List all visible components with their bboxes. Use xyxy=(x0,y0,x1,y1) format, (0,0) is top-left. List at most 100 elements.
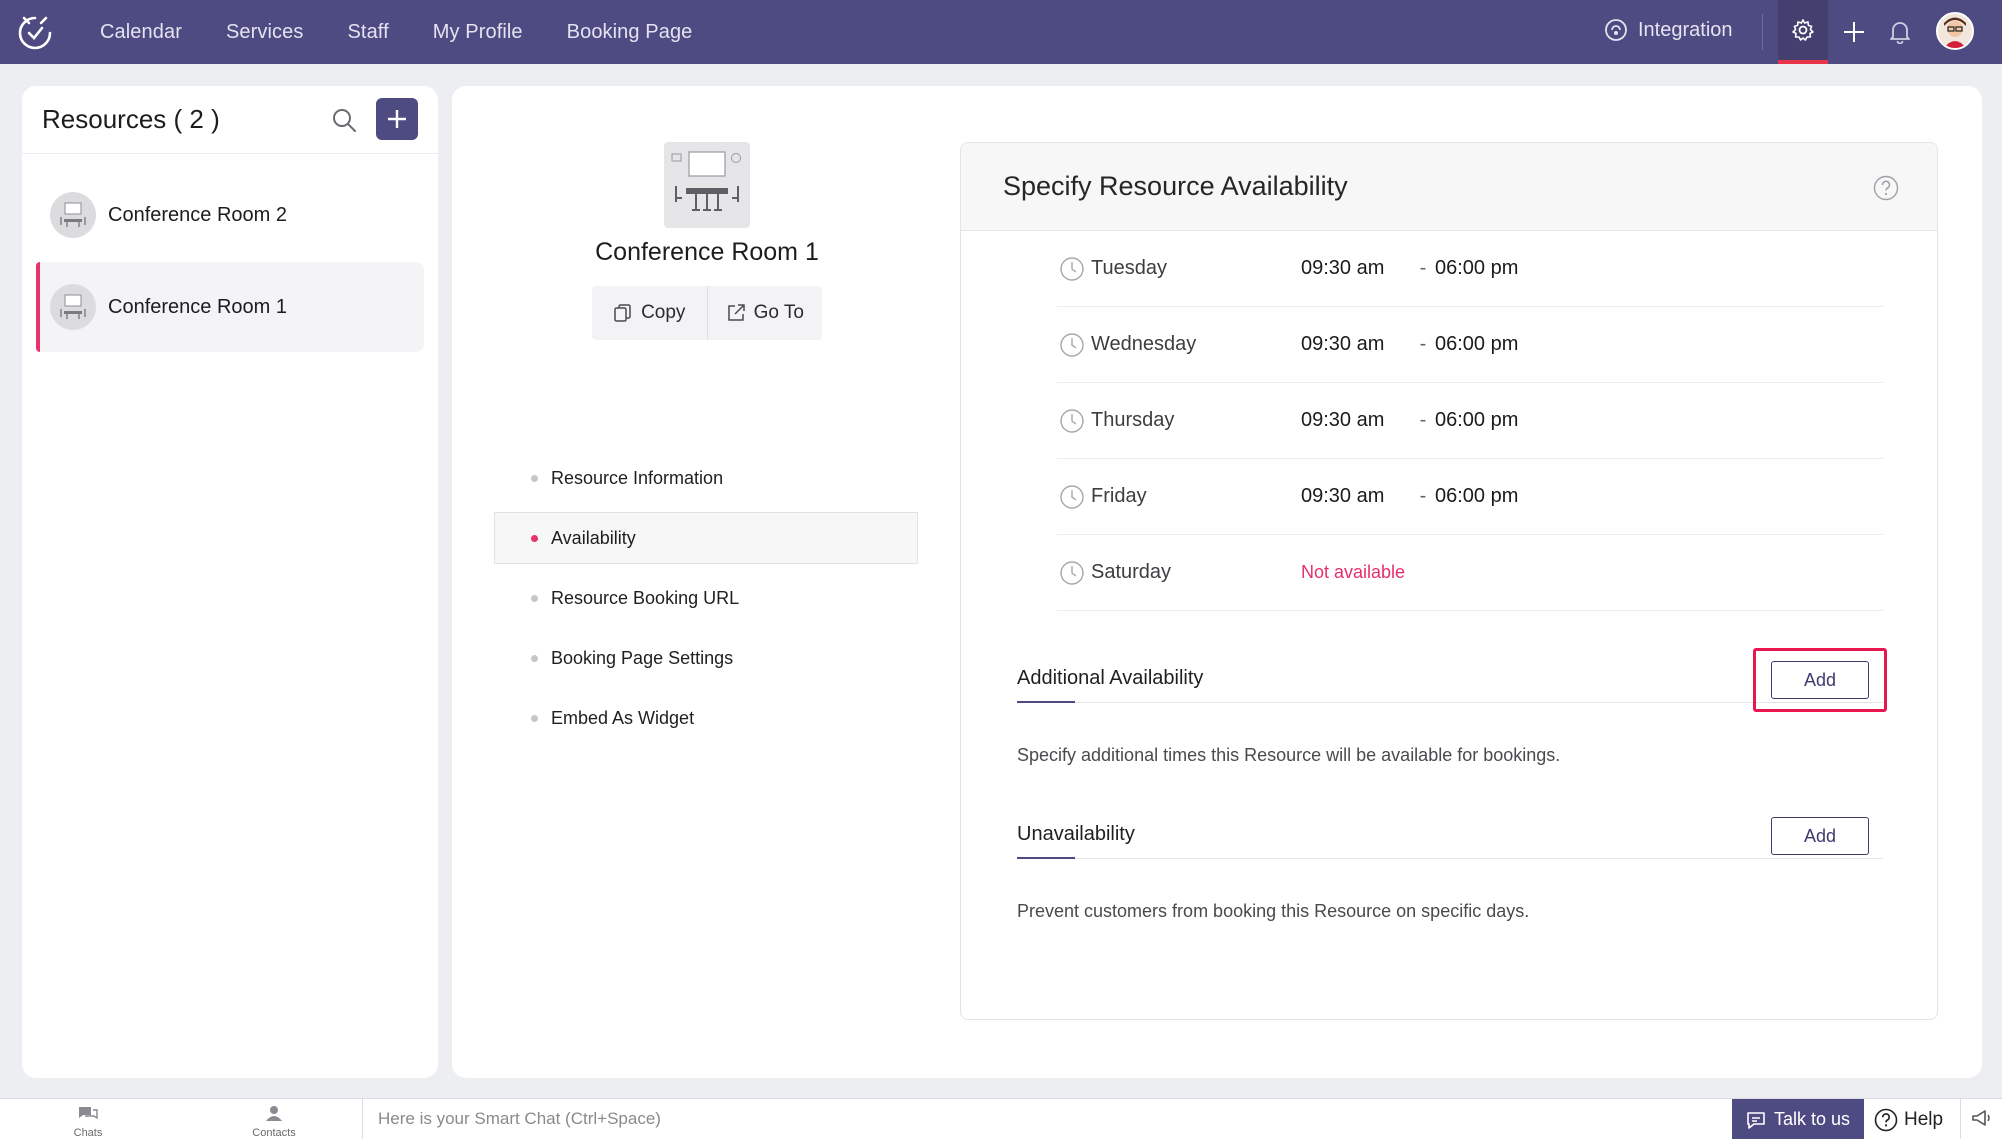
day-name: Tuesday xyxy=(1091,257,1167,279)
nav-services[interactable]: Services xyxy=(226,21,304,44)
bullet-dot xyxy=(531,534,538,542)
menu-item-resource-information[interactable]: Resource Information xyxy=(494,452,918,504)
resources-sidebar: Resources ( 2 ) Conference Room 2 Confer… xyxy=(22,86,438,1078)
bottom-divider xyxy=(1960,1099,1961,1139)
megaphone-icon xyxy=(1972,1110,1990,1126)
integration-label: Integration xyxy=(1638,18,1733,41)
start-time[interactable]: 09:30 am xyxy=(1301,333,1413,356)
add-additional-availability-button[interactable]: Add xyxy=(1771,661,1869,699)
unavailability-header: Unavailability xyxy=(1017,817,1883,859)
resource-image xyxy=(664,142,750,228)
menu-item-embed-as-widget[interactable]: Embed As Widget xyxy=(494,692,918,744)
goto-button[interactable]: Go To xyxy=(706,286,823,340)
bottom-divider xyxy=(362,1099,363,1139)
external-link-icon xyxy=(727,304,745,321)
menu-item-availability[interactable]: Availability xyxy=(494,512,918,564)
resource-settings-menu: Resource Information Availability Resour… xyxy=(494,452,918,752)
start-time[interactable]: 09:30 am xyxy=(1301,409,1413,432)
bottom-chat-bar: Chats Contacts Here is your Smart Chat (… xyxy=(0,1098,2002,1139)
help-button[interactable]: Help xyxy=(1874,1099,1943,1139)
bullet-dot xyxy=(531,474,538,482)
availability-row-thursday[interactable]: Thursday 09:30 am - 06:00 pm xyxy=(1057,383,1883,459)
not-available-status: Not available xyxy=(1301,562,1406,582)
gear-icon xyxy=(1792,19,1814,41)
conference-room-icon xyxy=(60,202,86,227)
additional-availability-header: Additional Availability xyxy=(1017,661,1883,703)
menu-item-label: Resource Information xyxy=(551,467,724,488)
resource-name: Conference Room 1 xyxy=(108,295,287,318)
search-button[interactable] xyxy=(330,106,360,136)
resource-title: Conference Room 1 xyxy=(595,238,819,266)
create-new-button[interactable] xyxy=(1836,14,1872,50)
app-logo-icon[interactable] xyxy=(16,14,54,50)
resource-thumbnail xyxy=(50,192,96,238)
day-name: Saturday xyxy=(1091,561,1172,583)
unavailability-title: Unavailability xyxy=(1017,823,1135,845)
user-avatar-icon xyxy=(1938,14,1972,48)
chats-label: Chats xyxy=(73,1127,103,1139)
resource-name: Conference Room 2 xyxy=(108,203,287,226)
contacts-label: Contacts xyxy=(252,1127,296,1139)
end-time[interactable]: 06:00 pm xyxy=(1433,333,1518,356)
availability-card-header: Specify Resource Availability xyxy=(961,143,1937,231)
day-name: Thursday xyxy=(1091,409,1175,431)
goto-label: Go To xyxy=(753,302,804,323)
plus-icon xyxy=(388,110,406,128)
help-tooltip-button[interactable] xyxy=(1873,175,1899,206)
time-separator: - xyxy=(1419,257,1427,279)
talk-to-us-button[interactable]: Talk to us xyxy=(1732,1099,1864,1139)
integration-link[interactable]: Integration xyxy=(1604,18,1733,42)
contacts-button[interactable]: Contacts xyxy=(244,1105,304,1139)
settings-button[interactable] xyxy=(1778,0,1828,64)
conference-room-icon xyxy=(60,294,86,319)
announcements-button[interactable] xyxy=(1970,1109,1992,1134)
nav-booking-page[interactable]: Booking Page xyxy=(567,21,693,44)
time-separator: - xyxy=(1419,485,1427,507)
clock-icon xyxy=(1060,484,1084,509)
main-nav-links: Calendar Services Staff My Profile Booki… xyxy=(100,0,736,64)
time-separator: - xyxy=(1419,409,1427,431)
add-unavailability-button[interactable]: Add xyxy=(1771,817,1869,855)
availability-row-wednesday[interactable]: Wednesday 09:30 am - 06:00 pm xyxy=(1057,307,1883,383)
resource-thumbnail xyxy=(50,284,96,330)
chat-bubbles-icon xyxy=(79,1107,98,1120)
clock-icon xyxy=(1060,332,1084,357)
availability-row-tuesday[interactable]: Tuesday 09:30 am - 06:00 pm xyxy=(1057,231,1883,307)
talk-to-us-label: Talk to us xyxy=(1773,1109,1851,1129)
end-time[interactable]: 06:00 pm xyxy=(1433,409,1518,432)
start-time[interactable]: 09:30 am xyxy=(1301,485,1413,508)
user-avatar[interactable] xyxy=(1936,12,1974,50)
availability-row-saturday[interactable]: Saturday Not available xyxy=(1057,535,1883,611)
notifications-button[interactable] xyxy=(1882,14,1918,50)
copy-label: Copy xyxy=(641,302,686,323)
nav-staff[interactable]: Staff xyxy=(347,21,388,44)
end-time[interactable]: 06:00 pm xyxy=(1433,485,1518,508)
question-icon xyxy=(1873,175,1899,201)
menu-item-label: Embed As Widget xyxy=(551,707,695,728)
help-label: Help xyxy=(1904,1108,1944,1130)
conference-room-icon xyxy=(671,151,741,211)
availability-row-friday[interactable]: Friday 09:30 am - 06:00 pm xyxy=(1057,459,1883,535)
menu-item-booking-page-settings[interactable]: Booking Page Settings xyxy=(494,632,918,684)
integration-icon xyxy=(1605,19,1627,41)
menu-item-resource-booking-url[interactable]: Resource Booking URL xyxy=(494,572,918,624)
additional-availability-title: Additional Availability xyxy=(1017,667,1204,689)
resource-item-conference-room-1[interactable]: Conference Room 1 xyxy=(36,262,424,352)
add-resource-button[interactable] xyxy=(376,98,418,140)
menu-item-label: Resource Booking URL xyxy=(551,587,740,608)
copy-button[interactable]: Copy xyxy=(592,286,707,340)
resource-item-conference-room-2[interactable]: Conference Room 2 xyxy=(36,170,424,260)
chats-button[interactable]: Chats xyxy=(58,1105,118,1139)
bell-icon xyxy=(1890,22,1910,44)
bullet-dot xyxy=(531,594,538,602)
smart-chat-input[interactable]: Here is your Smart Chat (Ctrl+Space) xyxy=(378,1109,661,1129)
end-time[interactable]: 06:00 pm xyxy=(1433,257,1518,280)
contact-person-icon xyxy=(266,1106,282,1121)
clock-icon xyxy=(1060,560,1084,585)
plus-icon xyxy=(1844,22,1864,42)
nav-calendar[interactable]: Calendar xyxy=(100,21,182,44)
day-name: Wednesday xyxy=(1091,333,1197,355)
question-icon xyxy=(1874,1108,1898,1131)
nav-my-profile[interactable]: My Profile xyxy=(433,21,523,44)
start-time[interactable]: 09:30 am xyxy=(1301,257,1413,280)
